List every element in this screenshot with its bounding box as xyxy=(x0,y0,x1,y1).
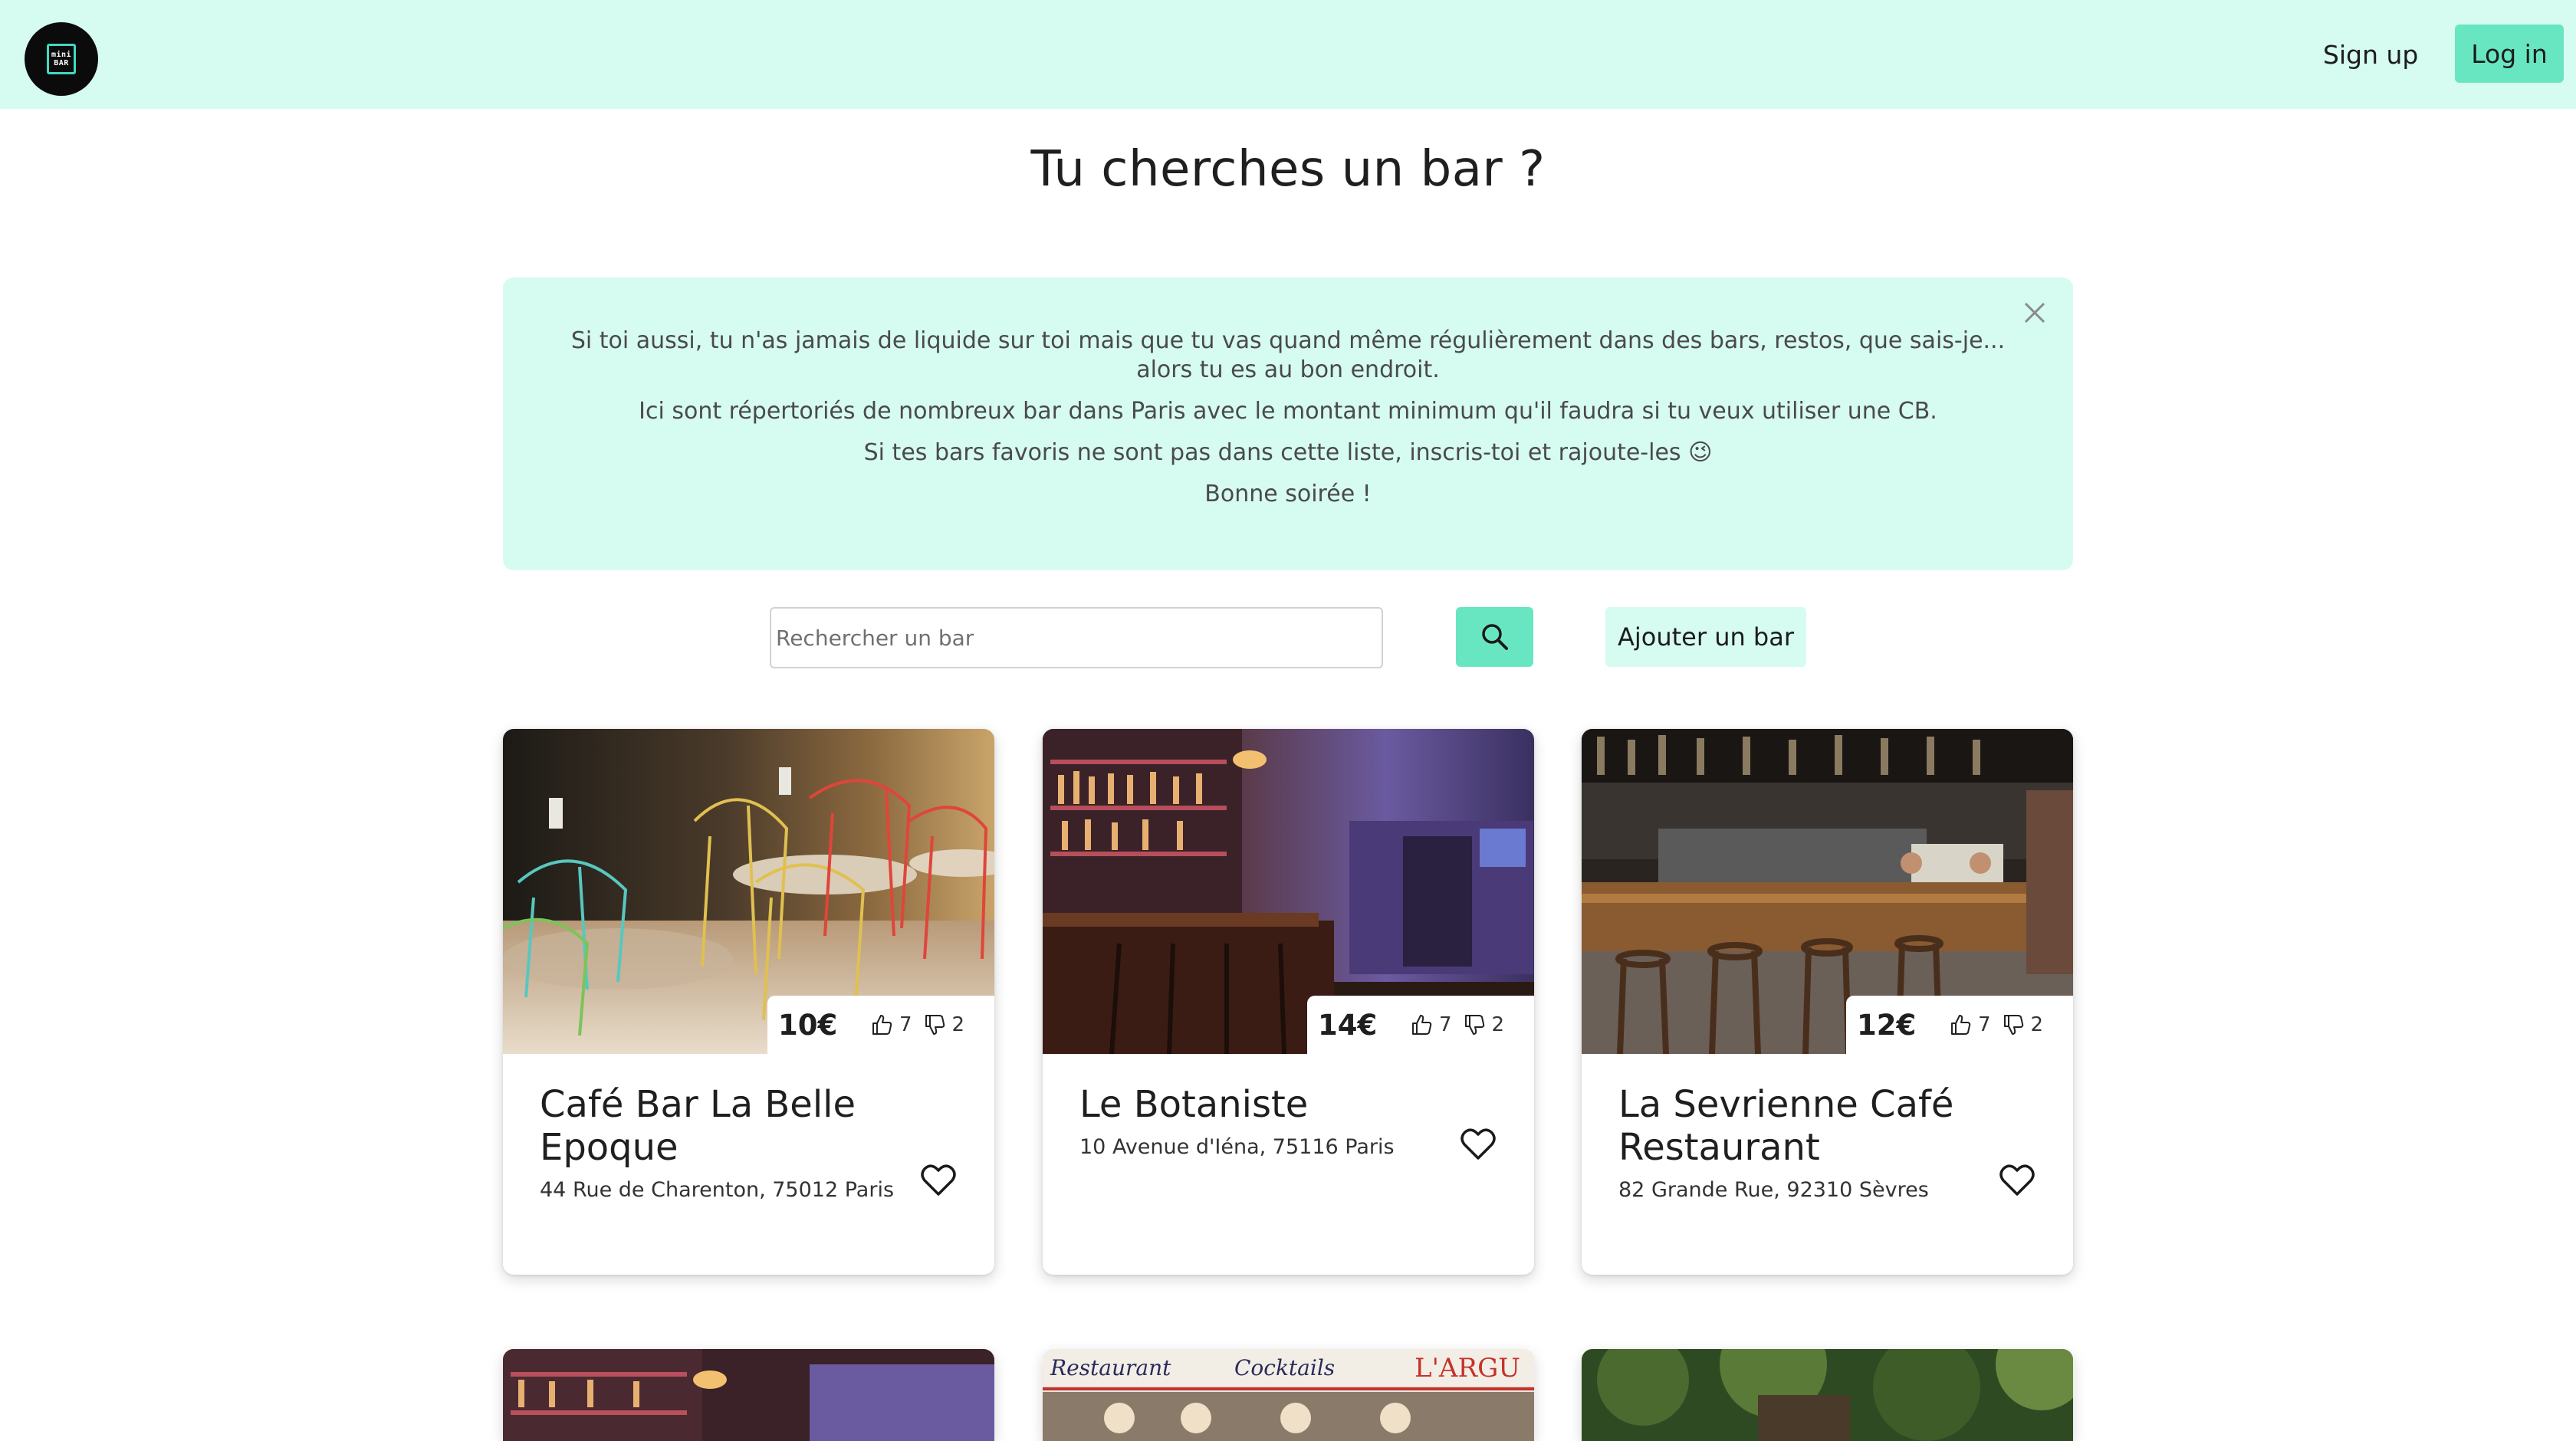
bar-photo: Restaurant Cocktails L'ARGU xyxy=(1043,1349,1534,1441)
signup-link[interactable]: Sign up xyxy=(2308,31,2433,78)
info-paragraph: Ici sont répertoriés de nombreux bar dan… xyxy=(639,398,1937,425)
card-body: La Sevrienne Café Restaurant 82 Grande R… xyxy=(1618,1083,1979,1202)
bar-card[interactable] xyxy=(503,1349,994,1441)
info-paragraph: Bonne soirée ! xyxy=(1204,481,1372,507)
thumbs-up-icon xyxy=(1951,1015,1971,1035)
thumbs-up-icon xyxy=(1412,1015,1432,1035)
bar-card[interactable] xyxy=(1582,1349,2073,1441)
bar-address: 44 Rue de Charenton, 75012 Paris xyxy=(540,1178,895,1202)
bar-name: Café Bar La Belle Epoque xyxy=(540,1083,856,1169)
page-title: Tu cherches un bar ? xyxy=(1030,141,1546,198)
heart-icon[interactable] xyxy=(1460,1128,1496,1160)
dislike-button[interactable]: 2 xyxy=(2002,1013,2044,1036)
like-button[interactable]: 7 xyxy=(1410,1013,1452,1036)
bar-photo xyxy=(503,1349,994,1441)
search-icon xyxy=(1481,624,1508,650)
bar-photo xyxy=(1582,1349,2073,1441)
min-price: 10€ xyxy=(778,1008,838,1042)
bar-card[interactable]: Restaurant Cocktails L'ARGU xyxy=(1043,1349,1534,1441)
login-button[interactable]: Log in xyxy=(2455,25,2564,83)
sign-name: L'ARGU xyxy=(1414,1353,1520,1384)
dislike-button[interactable]: 2 xyxy=(1463,1013,1505,1036)
info-paragraph: Si toi aussi, tu n'as jamais de liquide … xyxy=(570,327,2006,383)
thumbs-down-icon xyxy=(2003,1015,2023,1035)
price-badge: 12€ 7 2 xyxy=(1846,996,2073,1054)
bar-address: 10 Avenue d'Iéna, 75116 Paris xyxy=(1079,1135,1395,1159)
dislike-count: 2 xyxy=(2030,1013,2044,1036)
card-body: Le Botaniste 10 Avenue d'Iéna, 75116 Par… xyxy=(1079,1083,1440,1159)
sign-cocktails: Cocktails xyxy=(1234,1355,1335,1380)
search-button[interactable] xyxy=(1456,607,1533,667)
logo[interactable]: mini BAR xyxy=(25,22,98,96)
dislike-button[interactable]: 2 xyxy=(923,1013,965,1036)
like-count: 7 xyxy=(1978,1013,1991,1036)
dislike-count: 2 xyxy=(951,1013,965,1036)
bar-card[interactable]: 12€ 7 2 La Sevrienne Café Restaurant 82 … xyxy=(1582,729,2073,1275)
like-button[interactable]: 7 xyxy=(1949,1013,1991,1036)
price-badge: 10€ 7 2 xyxy=(767,996,994,1054)
bar-name: La Sevrienne Café Restaurant xyxy=(1618,1083,1954,1169)
add-bar-button[interactable]: Ajouter un bar xyxy=(1605,607,1806,667)
info-alert: Si toi aussi, tu n'as jamais de liquide … xyxy=(503,277,2073,570)
bar-address: 82 Grande Rue, 92310 Sèvres xyxy=(1618,1178,1929,1202)
search-input[interactable] xyxy=(770,607,1383,668)
bar-name: Le Botaniste xyxy=(1079,1083,1309,1126)
navbar: mini BAR Sign up Log in xyxy=(0,0,2576,109)
min-price: 12€ xyxy=(1857,1008,1917,1042)
sign-restaurant: Restaurant xyxy=(1050,1355,1171,1380)
bar-card[interactable]: 10€ 7 2 Café Bar La Belle Epoque 44 Rue … xyxy=(503,729,994,1275)
thumbs-up-icon xyxy=(872,1015,892,1035)
logo-text-top: mini xyxy=(51,51,72,59)
dislike-count: 2 xyxy=(1491,1013,1505,1036)
like-count: 7 xyxy=(899,1013,912,1036)
thumbs-down-icon xyxy=(925,1015,945,1035)
close-icon[interactable] xyxy=(2019,297,2050,328)
heart-icon[interactable] xyxy=(1999,1164,2035,1196)
bar-card[interactable]: 14€ 7 2 Le Botaniste 10 Avenue d'Iéna, 7… xyxy=(1043,729,1534,1275)
logo-mark: mini BAR xyxy=(47,44,76,74)
logo-text-bottom: BAR xyxy=(54,59,69,67)
card-body: Café Bar La Belle Epoque 44 Rue de Chare… xyxy=(540,1083,900,1202)
like-button[interactable]: 7 xyxy=(870,1013,912,1036)
heart-icon[interactable] xyxy=(921,1164,956,1196)
price-badge: 14€ 7 2 xyxy=(1307,996,1534,1054)
like-count: 7 xyxy=(1439,1013,1452,1036)
info-paragraph: Si tes bars favoris ne sont pas dans cet… xyxy=(863,439,1713,466)
min-price: 14€ xyxy=(1318,1008,1378,1042)
thumbs-down-icon xyxy=(1464,1015,1484,1035)
